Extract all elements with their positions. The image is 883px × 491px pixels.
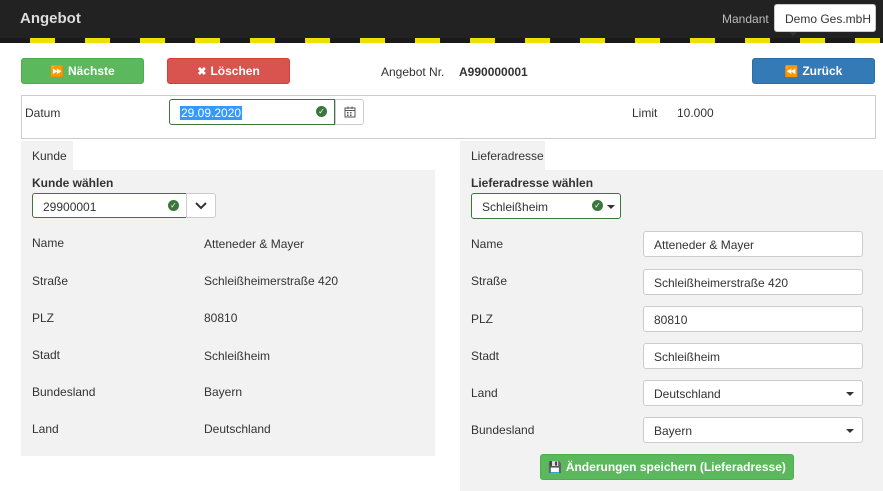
customer-field-value-strasse: Schleißheimerstraße 420 bbox=[204, 274, 339, 288]
customer-field-label-plz: PLZ bbox=[32, 311, 55, 325]
delivery-field-label-bundesland: Bundesland bbox=[471, 423, 535, 437]
delivery-field-label-stadt: Stadt bbox=[471, 349, 500, 363]
delivery-bundesland-select[interactable]: Bayern bbox=[643, 417, 863, 443]
customer-dropdown-button[interactable] bbox=[186, 193, 216, 218]
customer-select-value: 29900001 bbox=[43, 200, 97, 214]
delivery-plz-value: 80810 bbox=[654, 313, 688, 327]
date-label: Datum bbox=[25, 106, 61, 120]
caret-down-icon bbox=[607, 205, 615, 209]
mandant-dropdown[interactable]: Demo Ges.mbH bbox=[774, 4, 876, 36]
delivery-field-label-name: Name bbox=[471, 237, 504, 251]
delivery-select[interactable]: Schleißheim ✓ bbox=[471, 193, 621, 219]
calendar-button[interactable] bbox=[335, 99, 364, 125]
customer-field-label-bundesland: Bundesland bbox=[32, 385, 96, 399]
caret-down-icon bbox=[846, 429, 854, 433]
warning-stripe bbox=[0, 38, 883, 43]
date-value: 29.09.2020 bbox=[180, 106, 243, 120]
delivery-plz-input[interactable]: 80810 bbox=[643, 306, 863, 332]
delivery-name-input[interactable]: Atteneder & Mayer bbox=[643, 231, 863, 257]
delivery-land-select[interactable]: Deutschland bbox=[643, 380, 863, 406]
tab-kunde[interactable]: Kunde bbox=[21, 141, 73, 170]
customer-field-label-name: Name bbox=[32, 236, 65, 250]
delivery-select-value: Schleißheim bbox=[482, 200, 549, 214]
save-delivery-button[interactable]: 💾 Änderungen speichern (Lieferadresse) bbox=[540, 454, 794, 480]
caret-down-icon bbox=[789, 31, 797, 36]
delivery-stadt-value: Schleißheim bbox=[654, 350, 721, 364]
chevron-down-icon bbox=[195, 202, 207, 210]
next-button-label: Nächste bbox=[68, 64, 115, 78]
offer-nr-value: A990000001 bbox=[459, 65, 528, 79]
delivery-bundesland-value: Bayern bbox=[654, 424, 693, 438]
navbar: Angebot Mandant Demo Ges.mbH bbox=[0, 0, 883, 38]
calendar-icon bbox=[344, 106, 355, 118]
check-circle-icon: ✓ bbox=[168, 200, 179, 211]
date-row: Datum 29.09.2020 ✓ Limit 10.000 bbox=[21, 95, 876, 139]
customer-field-value-bundesland: Bayern bbox=[204, 385, 243, 399]
delivery-strasse-value: Schleißheimerstraße 420 bbox=[654, 276, 789, 290]
delivery-field-label-land: Land bbox=[471, 386, 498, 400]
delivery-field-label-plz: PLZ bbox=[471, 312, 494, 326]
delivery-stadt-input[interactable]: Schleißheim bbox=[643, 343, 863, 369]
times-icon: ✖ bbox=[197, 66, 207, 78]
delivery-strasse-input[interactable]: Schleißheimerstraße 420 bbox=[643, 269, 863, 295]
customer-field-label-strasse: Straße bbox=[32, 274, 69, 288]
delivery-panel: Lieferadresse wählen Schleißheim ✓ Name … bbox=[460, 170, 883, 491]
limit-value: 10.000 bbox=[677, 106, 714, 120]
delete-button[interactable]: ✖ Löschen bbox=[167, 58, 290, 84]
floppy-disk-icon: 💾 bbox=[548, 462, 562, 474]
mandant-value: Demo Ges.mbH bbox=[785, 12, 872, 26]
tab-lieferadresse-label: Lieferadresse bbox=[471, 149, 544, 163]
app-title: Angebot bbox=[20, 10, 81, 27]
delete-button-label: Löschen bbox=[210, 64, 260, 78]
delivery-name-value: Atteneder & Mayer bbox=[654, 238, 755, 252]
delivery-land-value: Deutschland bbox=[654, 387, 721, 401]
mandant-label: Mandant bbox=[722, 12, 769, 26]
offer-nr-label: Angebot Nr. bbox=[381, 65, 445, 79]
fast-backward-icon: ⏪ bbox=[784, 66, 799, 78]
back-button-label: Zurück bbox=[802, 64, 843, 78]
next-button[interactable]: ⏩ Nächste bbox=[21, 58, 144, 84]
fast-forward-icon: ⏩ bbox=[50, 66, 64, 78]
limit-label: Limit bbox=[632, 106, 658, 120]
customer-field-label-stadt: Stadt bbox=[32, 348, 61, 362]
customer-select-label: Kunde wählen bbox=[32, 176, 114, 190]
caret-down-icon bbox=[846, 392, 854, 396]
check-circle-icon: ✓ bbox=[316, 106, 327, 117]
customer-field-value-land: Deutschland bbox=[204, 422, 271, 436]
tab-kunde-label: Kunde bbox=[32, 149, 67, 163]
customer-select[interactable]: 29900001 ✓ bbox=[32, 193, 187, 218]
date-input[interactable]: 29.09.2020 ✓ bbox=[169, 99, 335, 125]
customer-field-label-land: Land bbox=[32, 422, 59, 436]
customer-panel: Kunde wählen 29900001 ✓ Name Atteneder &… bbox=[21, 170, 435, 456]
delivery-field-label-strasse: Straße bbox=[471, 274, 508, 288]
customer-field-value-stadt: Schleißheim bbox=[204, 349, 271, 363]
back-button[interactable]: ⏪ Zurück bbox=[752, 58, 875, 84]
check-circle-icon: ✓ bbox=[592, 200, 603, 211]
save-delivery-label: Änderungen speichern (Lieferadresse) bbox=[565, 460, 786, 474]
delivery-select-label: Lieferadresse wählen bbox=[471, 176, 594, 190]
tab-lieferadresse[interactable]: Lieferadresse bbox=[460, 141, 545, 170]
customer-field-value-plz: 80810 bbox=[204, 311, 238, 325]
customer-field-value-name: Atteneder & Mayer bbox=[204, 237, 305, 251]
